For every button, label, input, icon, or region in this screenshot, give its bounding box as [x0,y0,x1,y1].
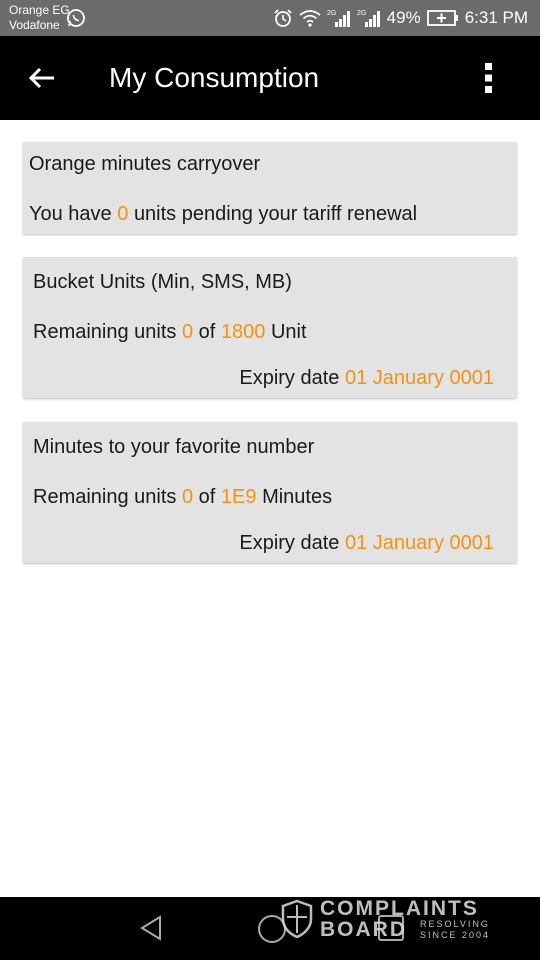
wifi-icon [299,10,321,27]
battery-charging-icon [426,10,458,26]
carrier-labels: Orange EG Vodafone [9,3,70,33]
carrier-2: Vodafone [9,18,60,32]
whatsapp-icon [67,9,85,27]
card-title: Bucket Units (Min, SMS, MB) [33,271,292,293]
carrier-1: Orange EG [9,3,70,17]
back-arrow-icon [29,67,54,89]
remaining-value: 0 [181,321,194,343]
signal-2g-icon: 2G [357,10,380,27]
status-icons: 2G 2G 49% 6:31 PM [273,6,528,30]
svg-text:2G: 2G [357,10,366,17]
watermark-tag-2: SINCE 2004 [420,930,491,940]
carryover-line: You have 0 units pending your tariff ren… [29,203,418,225]
remaining-value: 0 [181,486,194,508]
carryover-units-value: 0 [117,203,129,225]
signal-2g-icon: 2G [327,10,350,27]
page-title: My Consumption [109,62,320,93]
watermark-tag-1: RESOLVING [420,919,490,929]
back-button[interactable] [22,58,62,98]
watermark-line-2: BOARD [320,918,407,941]
card-title: Orange minutes carryover [29,153,261,175]
expiry-line: Expiry date 01 January 0001 [239,367,494,389]
bucket-units-card: Bucket Units (Min, SMS, MB) Remaining un… [23,257,517,398]
remaining-units-line: Remaining units 0 of 1E9 Minutes [33,486,333,508]
shield-logo-icon [281,899,313,939]
favorite-number-card: Minutes to your favorite number Remainin… [23,422,517,563]
card-title: Minutes to your favorite number [33,436,315,458]
battery-percent: 49% [386,8,421,27]
total-value: 1800 [220,321,266,343]
expiry-date-value: 01 January 0001 [344,532,494,554]
carryover-card: Orange minutes carryover You have 0 unit… [23,142,517,234]
app-bar: My Consumption [0,36,540,120]
overflow-menu-button[interactable] [474,60,504,96]
expiry-date-value: 01 January 0001 [344,367,494,389]
expiry-line: Expiry date 01 January 0001 [239,532,494,554]
status-bar: Orange EG Vodafone 2G 2G 49% 6:31 PM [0,0,540,36]
overflow-menu-icon [485,63,492,93]
nav-back-icon[interactable] [138,915,164,941]
svg-text:2G: 2G [327,10,336,17]
remaining-units-line: Remaining units 0 of 1800 Unit [33,321,307,343]
total-value: 1E9 [220,486,257,508]
complaints-board-watermark: COMPLAINTS BOARD RESOLVING SINCE 2004 [278,897,498,943]
alarm-icon [274,9,292,27]
clock-time: 6:31 PM [464,8,528,27]
